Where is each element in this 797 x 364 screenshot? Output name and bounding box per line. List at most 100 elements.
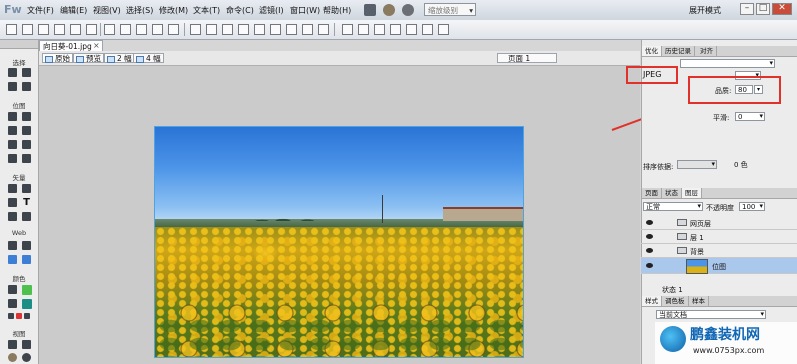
flip-horizontal-icon[interactable] <box>374 24 385 35</box>
menu-edit[interactable]: 编辑(E) <box>60 5 87 16</box>
tab-styles[interactable]: 样式 <box>642 296 662 306</box>
menu-file[interactable]: 文件(F) <box>27 5 54 16</box>
marquee-tool-icon[interactable] <box>8 112 17 121</box>
full-screen-icon[interactable] <box>22 340 31 349</box>
pen-tool-icon[interactable] <box>22 184 31 193</box>
menu-text[interactable]: 文本(T) <box>193 5 220 16</box>
quality-input[interactable]: 80 <box>735 85 753 94</box>
scale-tool-icon[interactable] <box>8 82 17 91</box>
distribute-icon[interactable] <box>406 24 417 35</box>
menu-help[interactable]: 帮助(H) <box>323 5 351 16</box>
subselect-tool-icon[interactable] <box>22 68 31 77</box>
knife-tool-icon[interactable] <box>22 212 31 221</box>
default-colors-icon[interactable] <box>8 313 14 319</box>
layer-row[interactable] <box>641 230 797 244</box>
text-tool-icon[interactable]: T <box>22 198 31 208</box>
join-icon[interactable] <box>222 24 233 35</box>
redo-icon[interactable] <box>120 24 131 35</box>
save-icon[interactable] <box>38 24 49 35</box>
tab-history[interactable]: 历史记录 <box>662 46 695 56</box>
eye-icon[interactable] <box>646 248 653 253</box>
hand-icon[interactable] <box>383 4 395 16</box>
layer-name[interactable]: 层 1 <box>690 233 704 243</box>
slice-tool-icon[interactable] <box>22 241 31 250</box>
export-icon[interactable] <box>70 24 81 35</box>
hotspot-tool-icon[interactable] <box>8 241 17 250</box>
layout-icon[interactable] <box>364 4 376 16</box>
tab-swatches[interactable]: 调色板 <box>662 296 689 306</box>
styles-document-select[interactable]: 当前文档 <box>656 310 766 319</box>
document-close-icon[interactable]: × <box>93 41 100 50</box>
split-icon[interactable] <box>238 24 249 35</box>
layer-name[interactable]: 背景 <box>690 247 704 257</box>
undo-icon[interactable] <box>104 24 115 35</box>
close-button[interactable]: ✕ <box>772 3 792 15</box>
spacing-icon[interactable] <box>422 24 433 35</box>
group-icon[interactable] <box>190 24 201 35</box>
tab-states[interactable]: 状态 <box>662 188 682 198</box>
no-color-icon[interactable] <box>16 313 22 319</box>
bring-forward-icon[interactable] <box>270 24 281 35</box>
rectangle-tool-icon[interactable] <box>8 198 17 207</box>
layer-name[interactable]: 网页层 <box>690 219 711 229</box>
pointer-tool-icon[interactable] <box>8 68 17 77</box>
tab-pages[interactable]: 页面 <box>642 188 662 198</box>
open-icon[interactable] <box>22 24 33 35</box>
tab-samples[interactable]: 样本 <box>689 296 709 306</box>
brush-tool-icon[interactable] <box>22 126 31 135</box>
tab-optimize[interactable]: 优化 <box>642 46 662 56</box>
layer-row[interactable] <box>641 244 797 258</box>
menu-select[interactable]: 选择(S) <box>126 5 153 16</box>
fill-color-swatch[interactable] <box>22 299 32 309</box>
menu-filters[interactable]: 滤镜(I) <box>259 5 284 16</box>
tab-align[interactable]: 对齐 <box>697 46 717 56</box>
menu-window[interactable]: 窗口(W) <box>290 5 320 16</box>
rotate-ccw-icon[interactable] <box>342 24 353 35</box>
rotate-cw-icon[interactable] <box>358 24 369 35</box>
layer-name[interactable]: 位图 <box>712 262 726 272</box>
send-backward-icon[interactable] <box>286 24 297 35</box>
lasso-tool-icon[interactable] <box>22 112 31 121</box>
new-icon[interactable] <box>6 24 17 35</box>
eye-icon[interactable] <box>646 263 653 268</box>
opacity-input[interactable]: 100 <box>739 202 765 211</box>
flip-vertical-icon[interactable] <box>390 24 401 35</box>
send-back-icon[interactable] <box>302 24 313 35</box>
show-hotspots-icon[interactable] <box>22 255 31 264</box>
view-4up-tab[interactable]: 4 幅 <box>133 53 164 63</box>
maximize-button[interactable]: □ <box>756 3 770 15</box>
eyedropper-tool-icon[interactable] <box>8 285 17 294</box>
crop-tool-icon[interactable] <box>22 82 31 91</box>
menu-modify[interactable]: 修改(M) <box>159 5 188 16</box>
sort-by-select[interactable] <box>677 160 717 169</box>
view-2up-tab[interactable]: 2 幅 <box>104 53 135 63</box>
menu-commands[interactable]: 命令(C) <box>226 5 254 16</box>
copy-icon[interactable] <box>152 24 163 35</box>
hide-hotspots-icon[interactable] <box>8 255 17 264</box>
view-preview-tab[interactable]: 预览 <box>73 53 104 63</box>
eye-icon[interactable] <box>646 220 653 225</box>
zoom-level-select[interactable]: 缩放级别 <box>424 3 476 17</box>
bring-front-icon[interactable] <box>254 24 265 35</box>
sort-icon[interactable] <box>438 24 449 35</box>
minimize-button[interactable]: – <box>740 3 754 15</box>
layer-row[interactable] <box>641 216 797 230</box>
blend-mode-select[interactable]: 正常 <box>643 202 703 211</box>
magic-wand-tool-icon[interactable] <box>8 126 17 135</box>
stroke-color-swatch[interactable] <box>22 285 32 295</box>
align-icon[interactable] <box>318 24 329 35</box>
pencil-tool-icon[interactable] <box>8 140 17 149</box>
smooth-select[interactable]: 0 <box>735 112 765 121</box>
standard-screen-icon[interactable] <box>8 340 17 349</box>
hand-tool-icon[interactable] <box>8 353 17 362</box>
zoom-icon[interactable] <box>402 4 414 16</box>
eraser-tool-icon[interactable] <box>22 140 31 149</box>
zoom-tool-icon[interactable] <box>22 353 31 362</box>
print-icon[interactable] <box>86 24 97 35</box>
eye-icon[interactable] <box>646 234 653 239</box>
sunflower-field-image[interactable] <box>154 126 524 358</box>
rubber-stamp-tool-icon[interactable] <box>22 154 31 163</box>
freeform-tool-icon[interactable] <box>8 212 17 221</box>
swap-colors-icon[interactable] <box>24 313 30 319</box>
optimize-preset-select[interactable] <box>680 59 775 68</box>
